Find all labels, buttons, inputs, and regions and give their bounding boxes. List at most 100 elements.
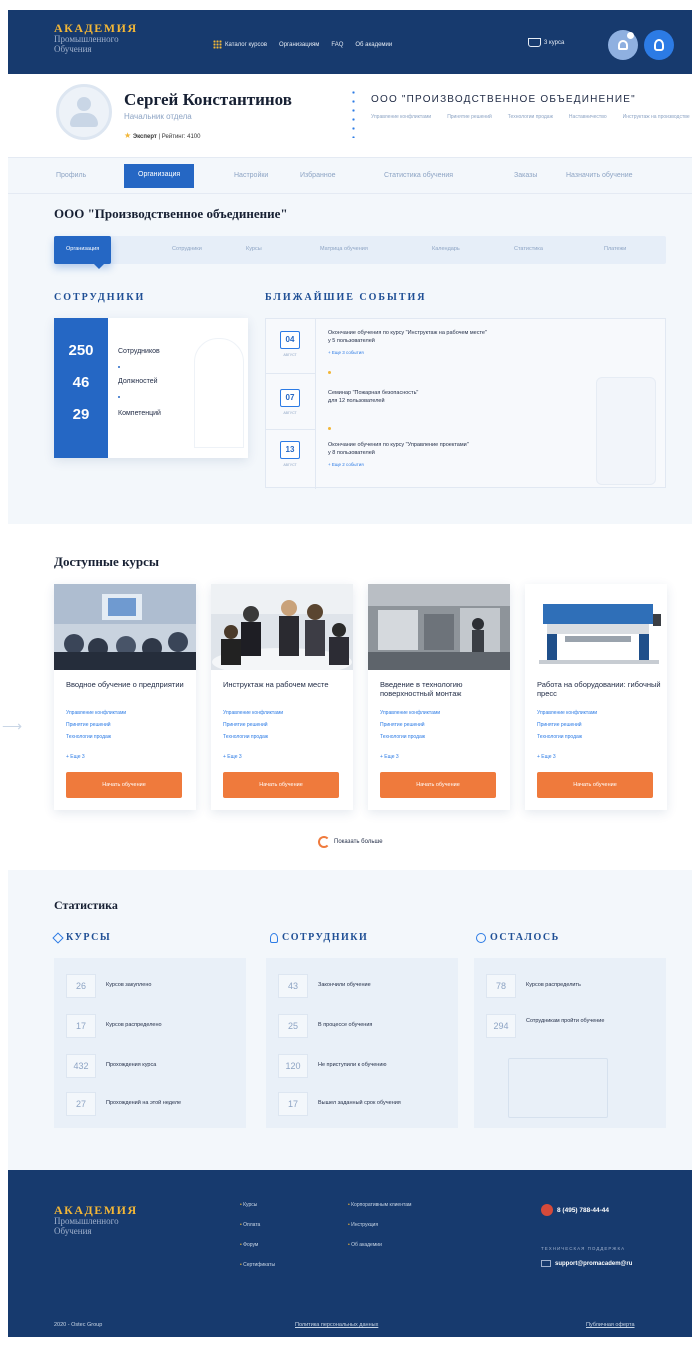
tab-profile[interactable]: Профиль (56, 172, 86, 179)
tab-settings[interactable]: Настройки (234, 172, 268, 179)
course-more-link[interactable]: + Еще 3 (66, 754, 85, 760)
public-offer-link[interactable]: Публичная оферта (586, 1322, 635, 1328)
footer-logo-title: АКАДЕМИЯ (54, 1203, 138, 1217)
subtab-matrix[interactable]: Матрица обучения (320, 246, 368, 252)
subtab-organization[interactable]: Организация (54, 236, 112, 264)
avatar[interactable] (56, 84, 112, 140)
course-tag[interactable]: Принятие решений (66, 722, 111, 728)
profile-rating-value: Рейтинг: 4100 (161, 134, 201, 140)
footer-link[interactable]: Форум (240, 1242, 275, 1248)
course-more-link[interactable]: + Еще 3 (380, 754, 399, 760)
org-tag[interactable]: Технологии продаж (508, 114, 553, 120)
course-tag[interactable]: Управление конфликтами (223, 710, 283, 716)
event-title[interactable]: Семинар "Пожарная безопасность" (328, 389, 618, 397)
start-learning-button[interactable]: Начать обучение (537, 772, 653, 798)
employees-count: 250 (68, 342, 94, 359)
star-icon: ★ (124, 131, 132, 140)
nav-faq[interactable]: FAQ (331, 42, 343, 48)
tab-learning-stats[interactable]: Статистика обучения (384, 172, 453, 179)
subtab-employees[interactable]: Сотрудники (172, 246, 202, 252)
event-title[interactable]: Окончание обучения по курсу "Инструктаж … (328, 329, 618, 337)
calendar-icon: 04 (280, 331, 300, 349)
footer-logo[interactable]: АКАДЕМИЯ Промышленного Обучения (54, 1204, 138, 1236)
event-title[interactable]: Окончание обучения по курсу "Управление … (328, 441, 618, 449)
footer-phone[interactable]: 8 (495) 788-44-44 (541, 1204, 609, 1216)
employee-illustration (194, 338, 244, 448)
user-menu-button[interactable] (644, 30, 674, 60)
support-email[interactable]: support@promacadem@ru (541, 1260, 632, 1267)
footer-link[interactable]: Инструкция (348, 1222, 411, 1228)
stats-card-courses: 26 Курсов закуплено 17 Курсов распределено… (54, 958, 246, 1128)
subtab-calendar[interactable]: Календарь (432, 246, 460, 252)
course-tag[interactable]: Управление конфликтами (380, 710, 440, 716)
course-card[interactable]: Работа на оборудовании: гибочный пресс У… (525, 584, 667, 810)
course-title[interactable]: Инструктаж на рабочем месте (223, 680, 347, 689)
page: АКАДЕМИЯ Промышленного Обучения Каталог … (0, 0, 700, 1349)
tab-organization[interactable]: Организация (124, 164, 195, 188)
start-learning-button[interactable]: Начать обучение (223, 772, 339, 798)
course-tag[interactable]: Принятие решений (380, 722, 425, 728)
course-title[interactable]: Работа на оборудовании: гибочный пресс (537, 680, 661, 698)
course-tag[interactable]: Технологии продаж (537, 734, 582, 740)
footer-link[interactable]: Корпоративным клиентам (348, 1202, 411, 1208)
employees-label: Сотрудников (118, 348, 160, 355)
nav-about[interactable]: Об академии (355, 42, 392, 48)
footer-link[interactable]: Сертификаты (240, 1262, 275, 1268)
arrow-left-icon[interactable]: ⟶ (2, 718, 22, 735)
profile-organization[interactable]: ООО "ПРОИЗВОДСТВЕННОЕ ОБЪЕДИНЕНИЕ" (371, 94, 636, 105)
footer-link[interactable]: Оплата (240, 1222, 275, 1228)
course-tag[interactable]: Управление конфликтами (66, 710, 126, 716)
org-tag[interactable]: Управление конфликтами (371, 114, 431, 120)
event-subtitle: для 12 пользователей (328, 398, 385, 404)
org-tag[interactable]: Принятие решений (447, 114, 492, 120)
stat-row: 17 Курсов распределено (66, 1014, 236, 1038)
footer-link[interactable]: Об академии (348, 1242, 411, 1248)
event-more-link[interactable]: + Еще 3 события (328, 350, 364, 355)
cart-button[interactable]: 3 курса (528, 38, 564, 47)
start-learning-button[interactable]: Начать обучение (66, 772, 182, 798)
stat-value: 17 (278, 1092, 308, 1116)
course-tag[interactable]: Принятие решений (537, 722, 582, 728)
course-tag[interactable]: Технологии продаж (66, 734, 111, 740)
course-tag[interactable]: Технологии продаж (223, 734, 268, 740)
nav-organizations[interactable]: Организациям (279, 42, 319, 48)
footer-link[interactable]: Курсы (240, 1202, 275, 1208)
dot (328, 371, 331, 374)
phone-icon (541, 1204, 553, 1216)
user-icon (654, 39, 664, 51)
calendar-icon: 13 (280, 441, 300, 459)
course-more-link[interactable]: + Еще 3 (223, 754, 242, 760)
course-card[interactable]: Вводное обучение о предприятии Управлени… (54, 584, 196, 810)
nav-catalog[interactable]: Каталог курсов (213, 40, 267, 49)
org-tag[interactable]: Наставничество (569, 114, 607, 120)
course-tag[interactable]: Управление конфликтами (537, 710, 597, 716)
course-card[interactable]: Инструктаж на рабочем месте Управление к… (211, 584, 353, 810)
course-tag[interactable]: Принятие решений (223, 722, 268, 728)
subtab-statistics[interactable]: Статистика (514, 246, 543, 252)
stat-value: 432 (66, 1054, 96, 1078)
tab-favorites[interactable]: Избранное (300, 172, 335, 179)
course-title[interactable]: Введение в технологию поверхностный монт… (380, 680, 504, 698)
stat-row: 26 Курсов закуплено (66, 974, 236, 998)
logo[interactable]: АКАДЕМИЯ Промышленного Обучения (54, 22, 138, 54)
course-title[interactable]: Вводное обучение о предприятии (66, 680, 190, 689)
divider (266, 373, 316, 374)
subtab-payments[interactable]: Платежи (604, 246, 626, 252)
privacy-policy-link[interactable]: Политика персональных данных (295, 1322, 378, 1328)
course-tag[interactable]: Технологии продаж (380, 734, 425, 740)
show-more-button[interactable]: Показать больше (318, 836, 383, 848)
stat-label: Закончили обучение (318, 982, 371, 988)
pie-chart-icon (476, 932, 486, 943)
course-card[interactable]: Введение в технологию поверхностный монт… (368, 584, 510, 810)
stat-value: 120 (278, 1054, 308, 1078)
course-more-link[interactable]: + Еще 3 (537, 754, 556, 760)
org-tag[interactable]: Инструктаж на производстве (623, 114, 690, 120)
notifications-button[interactable] (608, 30, 638, 60)
dot (118, 396, 120, 398)
tab-orders[interactable]: Заказы (514, 172, 537, 179)
event-more-link[interactable]: + Еще 2 события (328, 462, 364, 467)
profile-tabs: Профиль Организация Настройки Избранное … (8, 158, 692, 194)
start-learning-button[interactable]: Начать обучение (380, 772, 496, 798)
tab-assign-training[interactable]: Назначить обучение (566, 172, 633, 179)
subtab-courses[interactable]: Курсы (246, 246, 262, 252)
